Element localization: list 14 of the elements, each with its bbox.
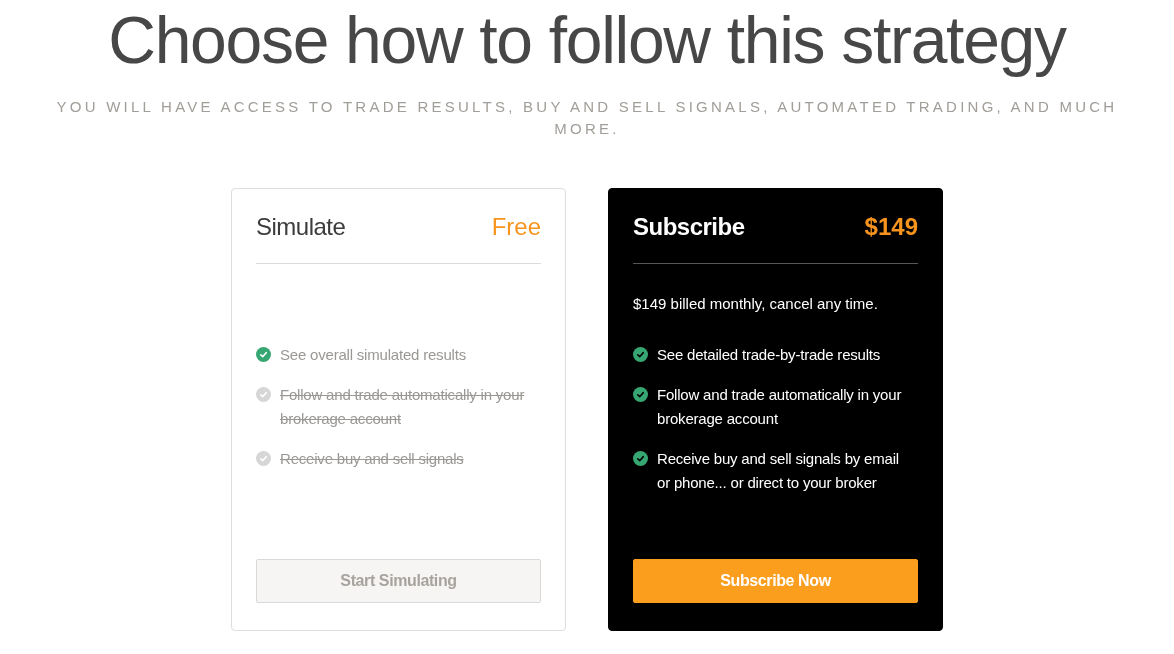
page-title: Choose how to follow this strategy	[108, 2, 1066, 78]
feature-text: Receive buy and sell signals	[280, 449, 464, 469]
plan-name: Subscribe	[633, 213, 745, 241]
plan-price: Free	[491, 213, 541, 241]
plan-price: $149	[864, 213, 918, 241]
feature-text: Receive buy and sell signals by email or phone... or direct to your broker	[657, 449, 900, 493]
feature-text: See detailed trade-by-trade results	[657, 345, 881, 365]
plan-description: $149 billed monthly, cancel any time.	[633, 295, 878, 312]
feature-text: Follow and trade automatically in your brokerage account	[280, 385, 526, 429]
plan-button[interactable]: Subscribe Now	[633, 559, 918, 603]
feature-text: Follow and trade automatically in your brokerage account	[657, 385, 903, 429]
feature-text: See overall simulated results	[280, 345, 466, 365]
page-subtitle: YOU WILL HAVE ACCESS TO TRADE RESULTS, BUY AND SELL SIGNALS, AUTOMATED TRADING, AND MUCH MORE.	[55, 97, 1119, 139]
plan-name: Simulate	[256, 213, 346, 241]
